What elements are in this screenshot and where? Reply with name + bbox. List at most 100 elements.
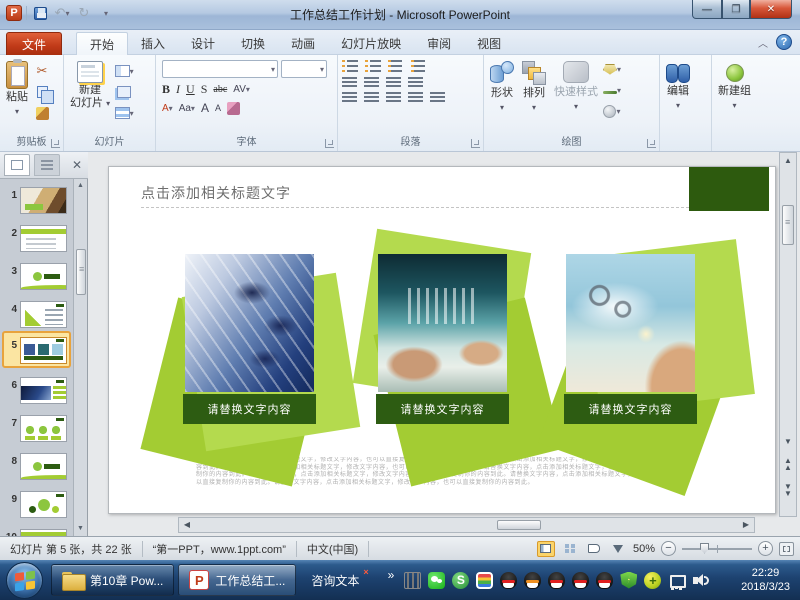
- start-button[interactable]: [6, 562, 43, 599]
- restore-button[interactable]: ❐: [722, 0, 750, 19]
- scrollbar-thumb[interactable]: [497, 520, 541, 530]
- qq-icon[interactable]: [500, 572, 517, 589]
- taskbar-clock[interactable]: 22:29 2018/3/23: [741, 566, 790, 594]
- volume-icon[interactable]: [692, 572, 709, 589]
- convert-smartart-icon[interactable]: [430, 92, 445, 104]
- picture-group-2[interactable]: 请替换文字内容: [376, 254, 509, 422]
- dialog-launcher-icon[interactable]: [51, 139, 60, 148]
- dialog-launcher-icon[interactable]: [647, 139, 656, 148]
- justify-icon[interactable]: [408, 92, 423, 104]
- photo-hands-computer[interactable]: [378, 254, 507, 392]
- dialog-launcher-icon[interactable]: [325, 139, 334, 148]
- photo-stairs[interactable]: [185, 254, 314, 392]
- cut-button[interactable]: ✂: [32, 62, 52, 80]
- tab-outline[interactable]: [34, 154, 60, 176]
- shape-fill-button[interactable]: ▾: [602, 60, 622, 78]
- show-hidden-icons-chevron[interactable]: »: [388, 568, 395, 582]
- tab-design[interactable]: 设计: [178, 32, 228, 55]
- thumbnail-slide-7[interactable]: 7: [4, 411, 67, 442]
- dialog-launcher-icon[interactable]: [471, 139, 480, 148]
- scrollbar-thumb[interactable]: [782, 205, 794, 245]
- antivirus-shield-icon[interactable]: [620, 572, 637, 589]
- font-color-button[interactable]: A▾: [162, 103, 173, 114]
- qq-icon[interactable]: [548, 572, 565, 589]
- thumbnail-slide-10[interactable]: 10: [4, 525, 67, 536]
- align-right-icon[interactable]: [386, 92, 401, 104]
- zoom-slider-thumb[interactable]: [700, 543, 709, 554]
- next-slide-icon[interactable]: ▼▼: [781, 483, 795, 497]
- thumbnail-slide-6[interactable]: 6: [4, 373, 67, 404]
- slide-title[interactable]: 点击添加相关标题文字: [141, 183, 291, 203]
- format-painter-button[interactable]: [32, 104, 52, 122]
- editing-button[interactable]: 编辑 ▾: [662, 58, 694, 132]
- thumbnail-slide-2[interactable]: 2: [4, 221, 67, 252]
- shrink-font-button[interactable]: A: [215, 103, 221, 113]
- qq-icon[interactable]: [572, 572, 589, 589]
- close-button[interactable]: ✕: [750, 0, 792, 19]
- taskbar-item-powerpoint[interactable]: 工作总结工...: [178, 564, 296, 596]
- caption-bar-1[interactable]: 请替换文字内容: [183, 394, 316, 424]
- shape-outline-button[interactable]: ▾: [602, 81, 622, 99]
- input-method-keyboard-icon[interactable]: [404, 572, 421, 589]
- qq-icon[interactable]: [524, 572, 541, 589]
- tab-transitions[interactable]: 切换: [228, 32, 278, 55]
- scroll-left-icon[interactable]: ◀: [180, 519, 194, 531]
- tab-home[interactable]: 开始: [76, 32, 128, 55]
- scroll-down-icon[interactable]: ▼: [75, 523, 86, 535]
- reading-view-button[interactable]: [585, 541, 603, 557]
- taskbar-item-folder[interactable]: 第10章 Pow...: [51, 564, 174, 596]
- horizontal-scrollbar[interactable]: ◀ ▶: [178, 517, 755, 533]
- shadow-button[interactable]: S: [201, 82, 208, 97]
- strikethrough-button[interactable]: abc: [213, 84, 227, 95]
- change-case-button[interactable]: Aa▾: [179, 103, 195, 114]
- input-suite-icon[interactable]: [476, 572, 493, 589]
- scroll-right-icon[interactable]: ▶: [739, 519, 753, 531]
- scroll-up-icon[interactable]: ▲: [75, 180, 86, 192]
- tab-slides-thumbnails[interactable]: [4, 154, 30, 176]
- slide-editor[interactable]: 点击添加相关标题文字 请替换文字内容 请替换文字内容 请替换文字内容: [108, 166, 776, 514]
- scroll-down-icon[interactable]: ▼: [781, 435, 795, 449]
- picture-group-1[interactable]: 请替换文字内容: [183, 254, 316, 422]
- previous-slide-icon[interactable]: ▲▲: [781, 457, 795, 471]
- thumbnail-slide-8[interactable]: 8: [4, 449, 67, 480]
- line-spacing-icon[interactable]: [388, 60, 404, 74]
- tab-view[interactable]: 视图: [464, 32, 514, 55]
- help-icon[interactable]: ?: [776, 34, 792, 50]
- photo-gears-hand[interactable]: [566, 254, 695, 392]
- new-group-button[interactable]: 新建组 ▾: [714, 58, 755, 132]
- language-indicator[interactable]: 中文(中国): [297, 541, 369, 557]
- bullets-icon[interactable]: [342, 60, 358, 74]
- messenger-icon[interactable]: S: [452, 572, 469, 589]
- caption-bar-2[interactable]: 请替换文字内容: [376, 394, 509, 424]
- underline-button[interactable]: U: [186, 82, 195, 97]
- grow-font-button[interactable]: A: [201, 101, 209, 115]
- copy-button[interactable]: [32, 83, 52, 101]
- paste-button[interactable]: 粘贴 ▾: [2, 58, 32, 132]
- new-slide-button[interactable]: 新建 幻灯片 ▾: [66, 58, 114, 132]
- shapes-button[interactable]: 形状 ▾: [486, 58, 518, 132]
- columns-icon[interactable]: [386, 77, 401, 89]
- bold-button[interactable]: B: [162, 82, 170, 97]
- quick-styles-button[interactable]: 快速样式 ▾: [550, 58, 602, 132]
- thumbnail-slide-4[interactable]: 4: [4, 297, 67, 328]
- thumbnail-slide-9[interactable]: 9: [4, 487, 67, 518]
- slideshow-button[interactable]: [609, 541, 627, 557]
- italic-button[interactable]: I: [176, 82, 180, 97]
- align-center-icon[interactable]: [364, 92, 379, 104]
- text-direction-icon[interactable]: [411, 60, 427, 74]
- align-text-icon[interactable]: [408, 77, 423, 89]
- font-name-combobox[interactable]: ▾: [162, 60, 278, 78]
- zoom-percentage[interactable]: 50%: [633, 543, 655, 555]
- tab-animations[interactable]: 动画: [278, 32, 328, 55]
- tab-file[interactable]: 文件: [6, 32, 62, 55]
- align-left-icon[interactable]: [342, 92, 357, 104]
- security-coin-icon[interactable]: [644, 572, 661, 589]
- scrollbar-thumb[interactable]: [76, 249, 86, 295]
- decrease-indent-icon[interactable]: [342, 77, 357, 89]
- wechat-icon[interactable]: [428, 572, 445, 589]
- clear-formatting-icon[interactable]: [227, 102, 240, 115]
- section-button[interactable]: ▾: [114, 104, 134, 122]
- close-panel-icon[interactable]: ✕: [72, 158, 82, 172]
- thumbnail-slide-5-selected[interactable]: 5: [2, 331, 71, 368]
- qq-icon[interactable]: [596, 572, 613, 589]
